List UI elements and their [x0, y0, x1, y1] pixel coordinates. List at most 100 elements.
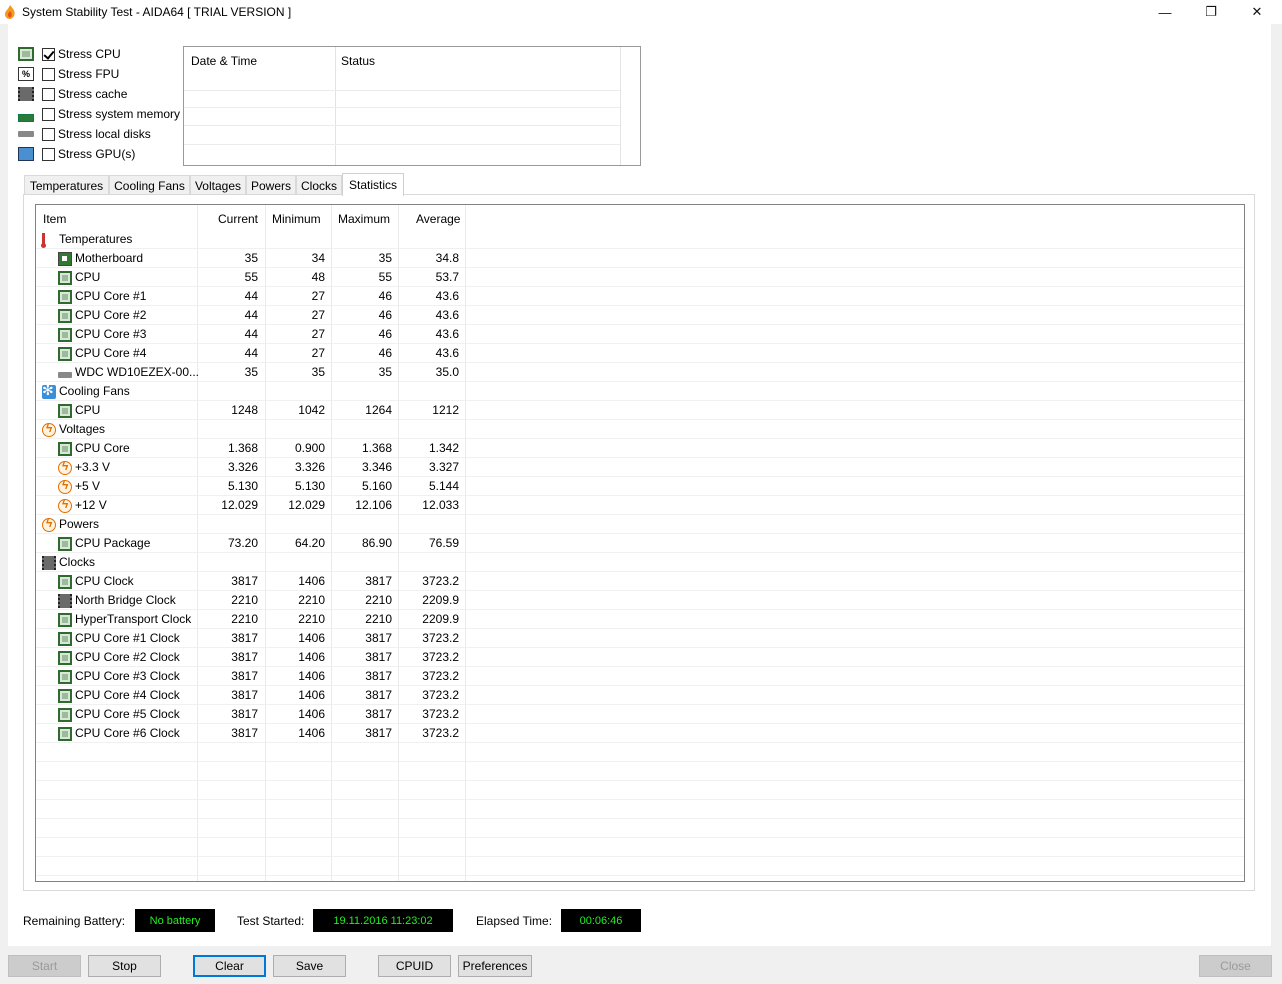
stress-memory-option[interactable]: Stress system memory: [18, 105, 188, 123]
col-header-maximum[interactable]: Maximum: [338, 212, 390, 226]
tab-temperatures[interactable]: Temperatures: [24, 175, 109, 196]
cell-maximum: 3817: [365, 631, 392, 645]
test-started-value: 19.11.2016 11:23:02: [313, 909, 453, 932]
row-item-name[interactable]: North Bridge Clock: [75, 591, 176, 610]
start-button[interactable]: Start: [8, 955, 81, 977]
row-item-name[interactable]: +5 V: [75, 477, 100, 496]
row-item-name[interactable]: CPU Core #1 Clock: [75, 629, 180, 648]
cpu-chip-icon: [58, 328, 72, 342]
log-col-status[interactable]: Status: [341, 54, 375, 68]
row-item-name[interactable]: CPU Core #1: [75, 287, 146, 306]
cpu-chip-icon: [58, 347, 72, 361]
row-item-name[interactable]: HyperTransport Clock: [75, 610, 191, 629]
cell-current: 3817: [231, 631, 258, 645]
tab-statistics[interactable]: Statistics: [342, 173, 404, 196]
row-item-name[interactable]: CPU: [75, 268, 100, 287]
row-item-name[interactable]: CPU Core #6 Clock: [75, 724, 180, 743]
stress-cache-label: Stress cache: [58, 87, 128, 101]
group-label[interactable]: Clocks: [59, 553, 95, 572]
tab-cooling-fans[interactable]: Cooling Fans: [109, 175, 190, 196]
voltage-icon: [58, 497, 72, 513]
close-button[interactable]: Close: [1199, 955, 1272, 977]
cell-current: 3817: [231, 669, 258, 683]
group-label[interactable]: Powers: [59, 515, 99, 534]
stress-cpu-checkbox[interactable]: [42, 47, 55, 61]
cell-maximum: 35: [378, 365, 392, 379]
maximize-button[interactable]: ❐: [1188, 0, 1234, 24]
close-window-button[interactable]: ✕: [1234, 0, 1280, 24]
disk-icon: [58, 372, 72, 378]
row-item-name[interactable]: CPU Core #2: [75, 306, 146, 325]
cpuid-button[interactable]: CPUID: [378, 955, 451, 977]
cell-minimum: 2210: [298, 593, 325, 607]
row-item-name[interactable]: CPU Clock: [75, 572, 134, 591]
row-item-name[interactable]: +3.3 V: [75, 458, 110, 477]
row-item-name[interactable]: CPU Core #4 Clock: [75, 686, 180, 705]
col-header-current[interactable]: Current: [218, 212, 258, 226]
voltage-icon: [58, 459, 72, 475]
cell-current: 3817: [231, 707, 258, 721]
col-header-average[interactable]: Average: [416, 212, 460, 226]
tab-powers[interactable]: Powers: [246, 175, 296, 196]
group-label[interactable]: Voltages: [59, 420, 105, 439]
aida64-flame-icon: [5, 5, 15, 19]
stress-fpu-option[interactable]: % Stress FPU: [18, 65, 188, 83]
cell-minimum: 2210: [298, 612, 325, 626]
preferences-button[interactable]: Preferences: [458, 955, 532, 977]
fan-icon: [42, 382, 56, 399]
stress-memory-checkbox[interactable]: [42, 107, 55, 121]
save-button[interactable]: Save: [273, 955, 346, 977]
row-item-name[interactable]: +12 V: [75, 496, 107, 515]
cell-current: 1.368: [227, 441, 258, 455]
col-header-minimum[interactable]: Minimum: [272, 212, 321, 226]
cell-minimum: 27: [311, 346, 325, 360]
stress-disks-option[interactable]: Stress local disks: [18, 125, 188, 143]
cpu-chip-icon: [58, 689, 72, 703]
stress-cpu-option[interactable]: Stress CPU: [18, 45, 188, 63]
stop-button[interactable]: Stop: [88, 955, 161, 977]
row-item-name[interactable]: WDC WD10EZEX-00...: [75, 363, 199, 382]
cell-maximum: 46: [378, 346, 392, 360]
row-item-name[interactable]: CPU: [75, 401, 100, 420]
row-item-name[interactable]: CPU Core #5 Clock: [75, 705, 180, 724]
cell-maximum: 3817: [365, 574, 392, 588]
fpu-icon: %: [18, 67, 34, 81]
statistics-table[interactable]: Item Current Minimum Maximum Average Tem…: [35, 204, 1245, 882]
stress-cache-option[interactable]: Stress cache: [18, 85, 188, 103]
row-item-name[interactable]: Motherboard: [75, 249, 143, 268]
cell-average: 3723.2: [422, 707, 459, 721]
cell-average: 34.8: [435, 251, 459, 265]
event-log-list[interactable]: Date & Time Status: [183, 46, 641, 166]
cell-average: 3.327: [428, 460, 459, 474]
cell-current: 2210: [231, 593, 258, 607]
stress-gpu-option[interactable]: Stress GPU(s): [18, 145, 188, 163]
group-label[interactable]: Temperatures: [59, 230, 132, 249]
col-header-item[interactable]: Item: [43, 212, 66, 226]
row-item-name[interactable]: CPU Package: [75, 534, 150, 553]
row-item-name[interactable]: CPU Core #2 Clock: [75, 648, 180, 667]
clear-button[interactable]: Clear: [193, 955, 266, 977]
row-item-name[interactable]: CPU Core #4: [75, 344, 146, 363]
cell-average: 3723.2: [422, 726, 459, 740]
cell-maximum: 3817: [365, 707, 392, 721]
cell-average: 1212: [432, 403, 459, 417]
tab-voltages[interactable]: Voltages: [190, 175, 246, 196]
cell-average: 12.033: [422, 498, 459, 512]
group-label[interactable]: Cooling Fans: [59, 382, 130, 401]
row-item-name[interactable]: CPU Core: [75, 439, 130, 458]
row-item-name[interactable]: CPU Core #3: [75, 325, 146, 344]
log-col-datetime[interactable]: Date & Time: [191, 54, 257, 68]
row-item-name[interactable]: CPU Core #3 Clock: [75, 667, 180, 686]
tab-clocks[interactable]: Clocks: [296, 175, 342, 196]
cell-average: 53.7: [435, 270, 459, 284]
cell-maximum: 55: [378, 270, 392, 284]
stress-fpu-checkbox[interactable]: [42, 67, 55, 81]
gpu-icon: [18, 147, 34, 161]
cell-minimum: 34: [311, 251, 325, 265]
minimize-button[interactable]: —: [1142, 0, 1188, 24]
stress-disks-checkbox[interactable]: [42, 127, 55, 141]
stress-gpu-checkbox[interactable]: [42, 147, 55, 161]
stress-cache-checkbox[interactable]: [42, 87, 55, 101]
stress-cpu-label: Stress CPU: [58, 47, 121, 61]
cell-average: 2209.9: [422, 612, 459, 626]
